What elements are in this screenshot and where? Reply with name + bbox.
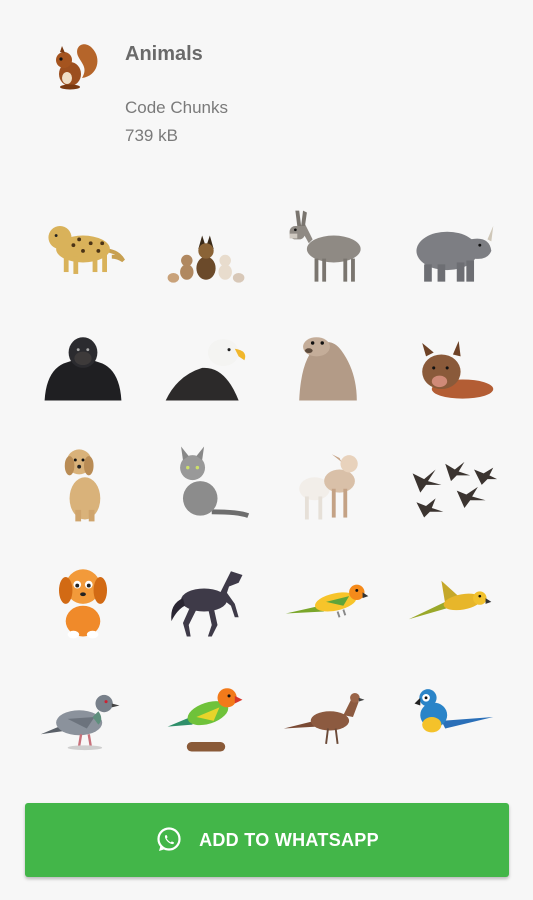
sticker-macaw[interactable] [390, 658, 513, 775]
add-to-whatsapp-button[interactable]: ADD TO WHATSAPP [25, 803, 509, 877]
sticker-pheasant[interactable] [267, 658, 390, 775]
sticker-flying-geese[interactable] [390, 424, 513, 541]
gorilla-icon [44, 336, 122, 401]
sticker-cartoon-puppy[interactable] [22, 541, 145, 658]
lambs-icon [299, 453, 359, 519]
pheasant-icon [284, 692, 365, 744]
sticker-bald-eagle[interactable] [145, 307, 268, 424]
sticker-pig[interactable] [390, 307, 513, 424]
sticker-donkey[interactable] [267, 190, 390, 307]
cartoon-puppy-icon [59, 568, 108, 638]
cat-icon [179, 446, 249, 518]
squirrel-icon [48, 38, 102, 92]
dogs-and-cats-icon [167, 235, 245, 283]
sticker-dogs-and-cats[interactable] [145, 190, 268, 307]
horse-icon [170, 570, 243, 636]
sticker-leopard[interactable] [22, 190, 145, 307]
sticker-grid [22, 190, 512, 775]
sticker-sun-conure[interactable] [267, 541, 390, 658]
macaw-icon [414, 688, 493, 732]
golden-retriever-icon [65, 448, 101, 521]
sticker-horse[interactable] [145, 541, 268, 658]
lovebird-icon [167, 687, 243, 752]
sticker-lambs[interactable] [267, 424, 390, 541]
pack-header: Animals Code Chunks 739 kB [0, 0, 533, 180]
bald-eagle-icon [165, 338, 246, 401]
whatsapp-icon [155, 826, 183, 854]
sticker-golden-retriever[interactable] [22, 424, 145, 541]
sticker-cat[interactable] [145, 424, 268, 541]
sticker-flying-parrot[interactable] [390, 541, 513, 658]
add-to-whatsapp-label: ADD TO WHATSAPP [199, 829, 379, 850]
sticker-lovebird[interactable] [145, 658, 268, 775]
flying-geese-icon [412, 461, 497, 518]
sticker-rhinoceros[interactable] [390, 190, 513, 307]
sticker-gorilla[interactable] [22, 307, 145, 424]
sun-conure-icon [286, 584, 369, 618]
rhinoceros-icon [416, 225, 493, 282]
flying-parrot-icon [408, 580, 492, 619]
leopard-icon [48, 225, 126, 274]
pig-icon [421, 340, 493, 399]
pack-title: Animals [125, 43, 203, 65]
pack-size: 739 kB [125, 126, 178, 145]
donkey-icon [289, 210, 361, 282]
sticker-pigeon[interactable] [22, 658, 145, 775]
pigeon-icon [41, 694, 120, 750]
pack-author: Code Chunks [125, 98, 229, 117]
sticker-sea-lion[interactable] [267, 307, 390, 424]
sea-lion-icon [299, 336, 358, 401]
